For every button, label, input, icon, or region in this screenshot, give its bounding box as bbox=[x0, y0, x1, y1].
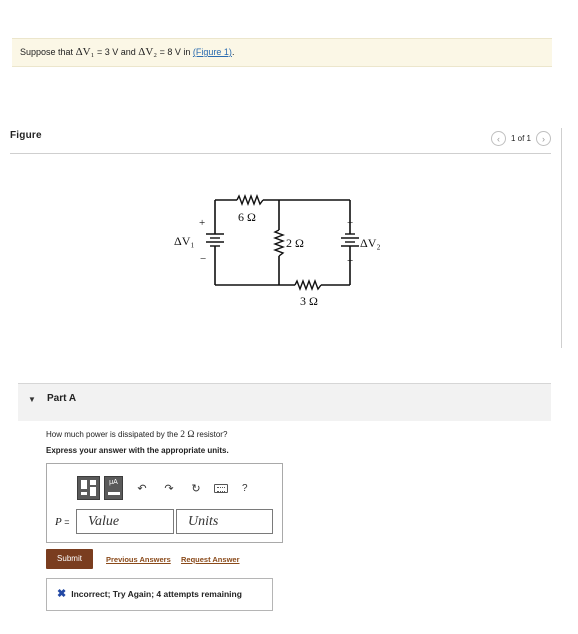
right-plus: + bbox=[347, 255, 353, 267]
label-r-top: 6 Ω bbox=[238, 210, 256, 224]
v2-symbol: ΔV₂ bbox=[138, 46, 158, 58]
resistor-3-ohm bbox=[294, 279, 322, 291]
reset-icon[interactable]: ↻ bbox=[187, 479, 205, 497]
problem-suffix: . bbox=[231, 47, 235, 57]
help-icon[interactable]: ? bbox=[242, 483, 248, 494]
instruction-text: Express your answer with the appropriate… bbox=[46, 446, 229, 455]
label-source-left: ΔV₁ bbox=[174, 234, 195, 248]
question-math: 2 Ω bbox=[180, 430, 195, 440]
v2-value: = 8 V in bbox=[159, 47, 191, 57]
circuit-wires bbox=[214, 199, 351, 286]
request-answer-link[interactable]: Request Answer bbox=[181, 555, 240, 564]
answer-equals: = bbox=[64, 517, 70, 527]
caret-down-icon[interactable]: ▼ bbox=[28, 395, 36, 404]
math-toolbar: μA ↶ ↷ ↻ ? bbox=[77, 476, 248, 500]
previous-answers-link[interactable]: Previous Answers bbox=[106, 555, 171, 564]
redo-icon[interactable]: ↷ bbox=[160, 479, 178, 497]
value-input[interactable]: Value bbox=[76, 509, 174, 534]
chevron-left-icon[interactable]: ‹ bbox=[490, 131, 506, 146]
v1-value: = 3 V and bbox=[96, 47, 136, 57]
label-r-middle: 2 Ω bbox=[286, 236, 304, 250]
feedback-text: Incorrect; Try Again; 4 attempts remaini… bbox=[71, 589, 242, 599]
units-template-label: μA bbox=[109, 479, 118, 486]
left-plus: + bbox=[199, 217, 205, 229]
submit-button[interactable]: Submit bbox=[46, 549, 93, 569]
answer-variable: P bbox=[55, 516, 62, 528]
answer-variable-label: P = bbox=[55, 516, 70, 528]
v1-symbol: ΔV₁ bbox=[75, 46, 95, 58]
chevron-right-icon[interactable]: › bbox=[536, 131, 551, 146]
label-source-right: ΔV₂ bbox=[360, 236, 381, 250]
battery-right bbox=[341, 233, 359, 247]
resistor-6-ohm bbox=[236, 194, 264, 206]
part-a-label: Part A bbox=[47, 393, 77, 404]
templates-icon[interactable] bbox=[77, 476, 100, 500]
answer-box: μA ↶ ↷ ↻ ? P = Value Units bbox=[46, 463, 283, 543]
question-text: How much power is dissipated by the 2 Ω … bbox=[46, 430, 227, 440]
figure-header: Figure ‹ 1 of 1 › bbox=[10, 126, 551, 154]
undo-icon[interactable]: ↶ bbox=[133, 479, 151, 497]
figure-link[interactable]: (Figure 1) bbox=[193, 47, 232, 57]
figure-divider bbox=[561, 128, 562, 348]
circuit-diagram: 6 Ω 2 Ω 3 Ω ΔV₁ ΔV₂ + − − + bbox=[174, 194, 381, 308]
question-prefix: How much power is dissipated by the bbox=[46, 430, 179, 439]
pager-text: 1 of 1 bbox=[510, 134, 531, 143]
resistor-2-ohm bbox=[273, 229, 285, 257]
feedback-message: ✖ Incorrect; Try Again; 4 attempts remain… bbox=[46, 578, 273, 611]
part-a-header[interactable]: ▼ Part A bbox=[18, 383, 551, 421]
units-template-icon[interactable]: μA bbox=[104, 476, 123, 500]
question-suffix: resistor? bbox=[196, 430, 228, 439]
problem-prefix: Suppose that bbox=[20, 47, 74, 57]
problem-statement: Suppose that ΔV₁ = 3 V and ΔV₂ = 8 V in … bbox=[12, 38, 552, 67]
battery-left bbox=[206, 233, 224, 247]
figure-title: Figure bbox=[10, 130, 42, 141]
figure-pager: ‹ 1 of 1 › bbox=[490, 131, 551, 146]
x-icon: ✖ bbox=[57, 588, 67, 600]
keyboard-icon[interactable] bbox=[214, 483, 228, 493]
label-r-bottom: 3 Ω bbox=[300, 294, 318, 308]
left-minus: − bbox=[200, 253, 206, 265]
units-input[interactable]: Units bbox=[176, 509, 273, 534]
right-minus: − bbox=[347, 217, 353, 229]
